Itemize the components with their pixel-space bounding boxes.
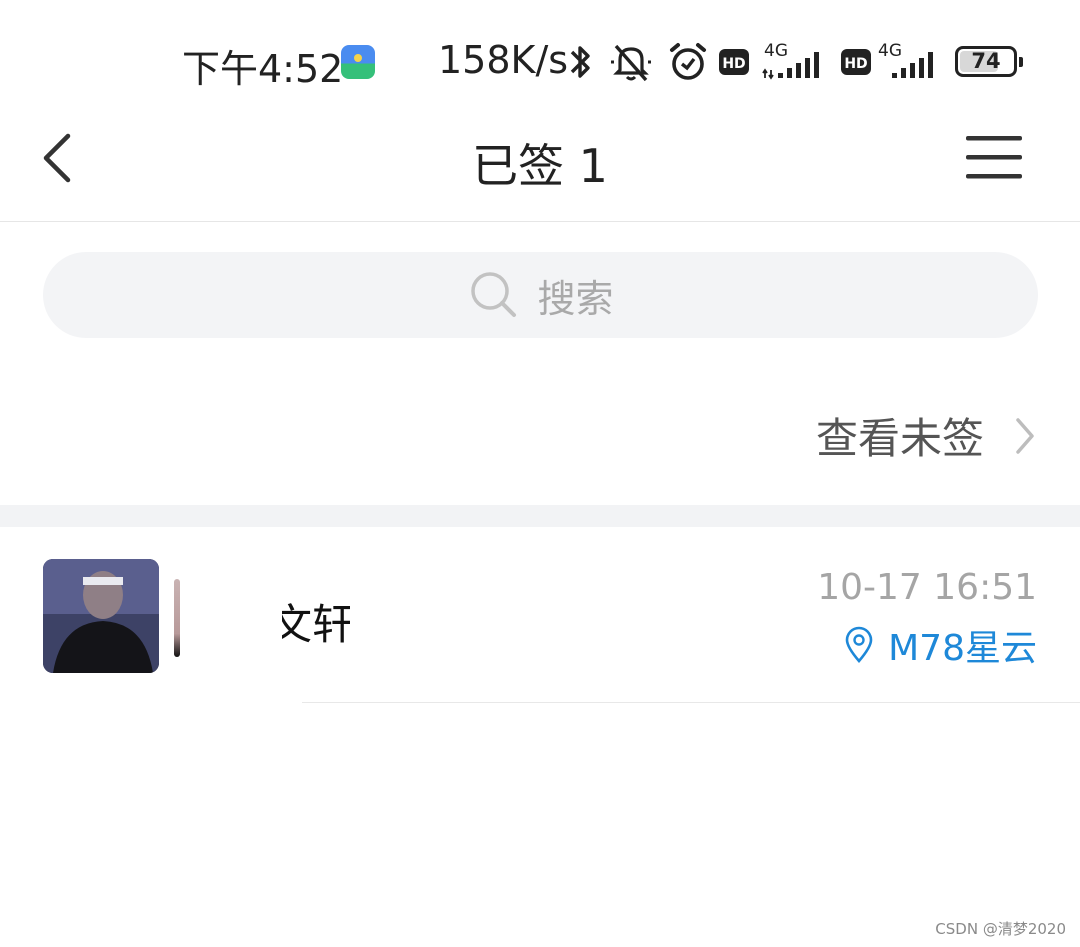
list-item[interactable]: 文轩 10-17 16:51 M78星云 [0,527,1080,703]
svg-text:HD: HD [722,56,745,72]
battery-icon: 74 [955,46,1023,77]
mute-icon [611,44,651,82]
page-title: 已签 1 [472,139,608,193]
name-cover [186,567,282,677]
svg-text:HD: HD [844,56,867,72]
view-unsigned-link[interactable]: 查看未签 [816,405,1038,466]
sign-location: M78星云 [844,619,1037,671]
status-time: 下午4:52 [182,47,344,91]
view-unsigned-label: 查看未签 [815,414,984,463]
battery-percent: 74 [971,49,1001,73]
svg-text:4G: 4G [878,41,902,61]
row-divider [302,702,1080,703]
location-pin-icon [845,626,873,663]
hd-icon: HD [841,49,871,75]
bluetooth-icon [570,46,590,78]
alarm-icon [670,43,706,80]
hd-icon: HD [719,49,749,75]
svg-text:4G: 4G [764,41,788,61]
avatar-edge-artifact [174,579,180,657]
chevron-right-icon [1016,417,1034,454]
signal-icon-sim1: 4G [762,41,819,80]
avatar [43,559,159,673]
search-input[interactable]: 搜索 [43,252,1038,338]
nav-bar: 已签 1 [0,110,1080,222]
watermark: CSDN @清梦2020 [935,920,1066,938]
contact-name: 文轩 [270,600,350,649]
avatar-image [43,559,159,673]
search-icon [471,272,517,317]
hamburger-menu-icon [966,136,1022,179]
section-divider [0,505,1080,527]
status-bar: 下午4:52 158K/s HD 4G HD 4G 74 [0,0,1080,110]
location-text: M78星云 [888,628,1037,669]
menu-button[interactable] [960,128,1030,188]
signal-icon-sim2: 4G [878,41,933,78]
sign-time: 10-17 16:51 [817,567,1037,608]
search-placeholder: 搜索 [537,276,614,321]
network-speed: 158K/s [438,38,569,82]
app-notification-icon [341,45,375,79]
